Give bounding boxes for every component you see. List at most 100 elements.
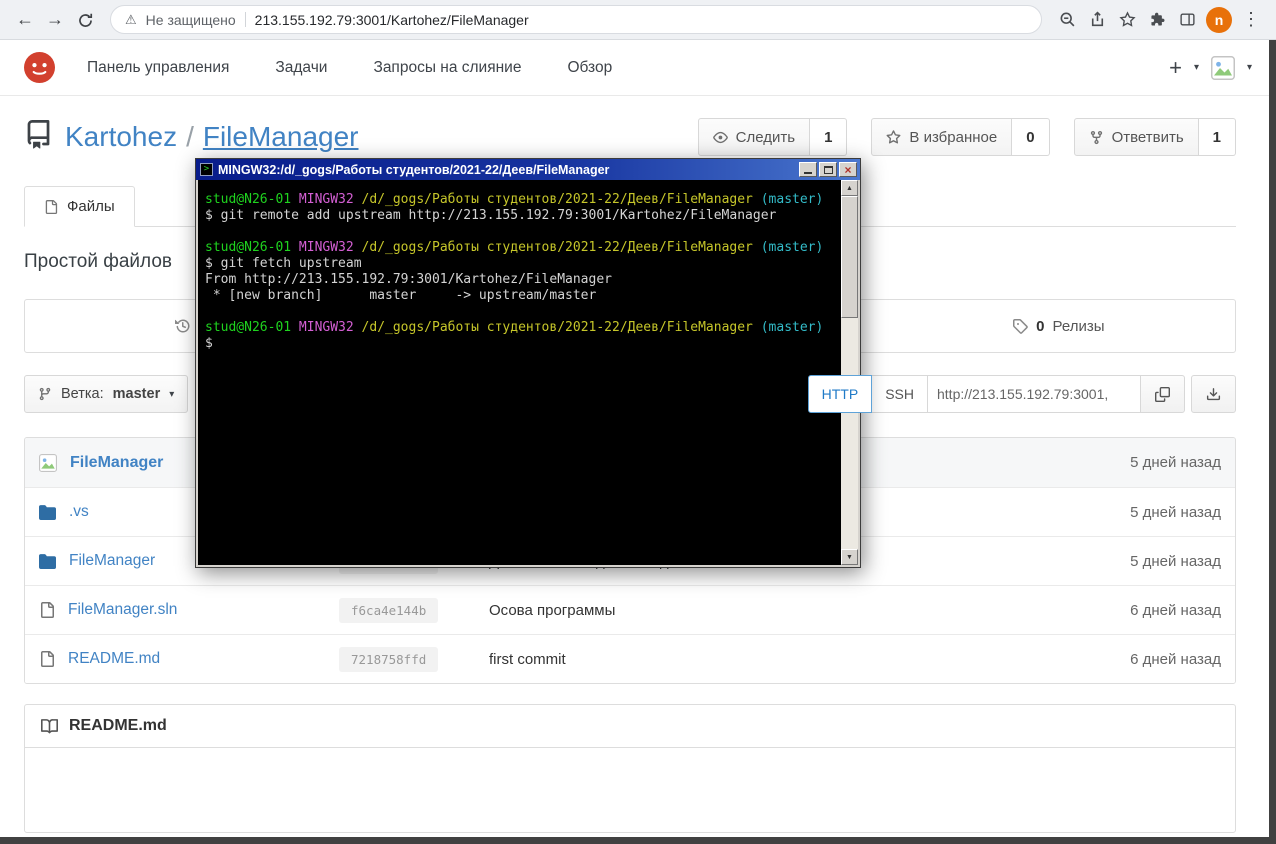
browser-toolbar: ← → ⚠ Не защищено 213.155.192.79:3001/Ka… <box>0 0 1276 40</box>
scroll-down-icon[interactable]: ▼ <box>841 549 858 565</box>
commit-message: Осова программы <box>489 601 616 619</box>
terminal-line: $ git remote add upstream http://213.155… <box>205 208 777 223</box>
terminal-body[interactable]: stud@N26-01 MINGW32 /d/_gogs/Работы студ… <box>198 180 841 565</box>
create-new-button[interactable]: + <box>1169 56 1182 79</box>
file-age: 5 дней назад <box>1130 503 1221 521</box>
current-branch: master <box>112 386 161 402</box>
nav-item-2[interactable]: Задачи <box>275 59 327 77</box>
nav-item-4[interactable]: Обзор <box>567 59 612 77</box>
scrollbar-thumb[interactable] <box>841 196 858 318</box>
fork-group: Ответвить 1 <box>1073 118 1236 156</box>
repo-name-link[interactable]: FileManager <box>203 121 359 152</box>
nav-item-1[interactable]: Панель управления <box>87 59 229 77</box>
eye-icon <box>712 131 728 143</box>
terminal-line: From http://213.155.192.79:3001/Kartohez… <box>205 272 612 287</box>
copy-url-button[interactable] <box>1140 375 1185 413</box>
fork-button[interactable]: Ответвить <box>1073 118 1199 156</box>
gogs-logo[interactable] <box>24 52 55 83</box>
repo-header: Kartohez / FileManager Следить 1 В избранн… <box>24 118 1236 156</box>
repo-separator: / <box>186 121 194 152</box>
branch-selector[interactable]: Ветка: master ▾ <box>24 375 189 413</box>
terminal-line: $ <box>205 336 213 351</box>
file-link[interactable]: .vs <box>69 503 89 521</box>
commit-message: first commit <box>489 650 566 668</box>
releases-label: Релизы <box>1052 317 1105 335</box>
restore-button[interactable] <box>819 162 837 177</box>
commit-hash[interactable]: f6ca4e144b <box>339 597 439 623</box>
commit-hash[interactable]: 7218758ffd <box>339 646 439 672</box>
terminal-line: * [new branch] master -> upstream/master <box>205 288 597 303</box>
terminal-scrollbar[interactable]: ▲ ▼ <box>841 180 858 565</box>
gogs-navbar: Панель управления Задачи Запросы на слияни… <box>0 40 1276 96</box>
branch-caret-icon: ▾ <box>169 388 175 400</box>
http-protocol-button[interactable]: HTTP <box>807 375 873 413</box>
file-age: 6 дней назад <box>1130 650 1221 668</box>
file-age: 5 дней назад <box>1130 552 1221 570</box>
file-link[interactable]: FileManager.sln <box>68 601 177 619</box>
terminal-line: stud@N26-01 MINGW32 /d/_gogs/Работы студ… <box>205 192 824 207</box>
nav-item-3[interactable]: Запросы на слияние <box>373 59 521 77</box>
tab-files[interactable]: Файлы <box>24 186 135 227</box>
window-edge-right <box>1269 40 1276 844</box>
star-group: В избранное 0 <box>871 118 1050 156</box>
table-row: FileManager.sln f6ca4e144b Осова программы… <box>25 585 1235 634</box>
readme-header: README.md <box>25 705 1235 748</box>
side-panel-icon[interactable] <box>1172 11 1202 29</box>
terminal-frame: stud@N26-01 MINGW32 /d/_gogs/Работы студ… <box>196 180 860 567</box>
not-secure-icon: ⚠ <box>125 11 137 27</box>
repo-owner-link[interactable]: Kartohez <box>65 121 177 152</box>
watch-count[interactable]: 1 <box>810 118 848 156</box>
reload-icon[interactable] <box>70 9 100 30</box>
close-button[interactable]: × <box>839 162 857 177</box>
folder-icon <box>39 553 56 570</box>
download-button[interactable] <box>1191 375 1236 413</box>
create-new-caret-icon[interactable]: ▾ <box>1194 62 1199 73</box>
star-count[interactable]: 0 <box>1012 118 1050 156</box>
terminal-titlebar[interactable]: > MINGW32:/d/_gogs/Работы студентов/2021… <box>196 159 860 180</box>
fork-count[interactable]: 1 <box>1198 118 1236 156</box>
page: ← → ⚠ Не защищено 213.155.192.79:3001/Ka… <box>0 0 1276 844</box>
nav-menu: Панель управления Задачи Запросы на слияни… <box>87 59 658 77</box>
profile-avatar[interactable]: n <box>1206 6 1232 33</box>
share-icon[interactable] <box>1082 11 1112 29</box>
readme-body <box>25 748 1235 832</box>
bookmark-star-icon[interactable] <box>1112 11 1142 29</box>
star-button[interactable]: В избранное <box>871 118 1013 156</box>
git-branch-icon <box>39 387 51 401</box>
terminal-icon: > <box>200 163 213 176</box>
zoom-icon[interactable] <box>1052 11 1082 29</box>
minimize-button[interactable] <box>799 162 817 177</box>
star-icon <box>886 129 901 144</box>
back-icon[interactable]: ← <box>10 9 40 30</box>
address-bar[interactable]: ⚠ Не защищено 213.155.192.79:3001/Kartoh… <box>110 5 1042 34</box>
browser-menu-kebab-icon[interactable]: ⋮ <box>1236 9 1266 30</box>
fork-icon <box>1090 130 1102 144</box>
readme-panel: README.md <box>24 704 1236 833</box>
book-icon <box>41 718 58 733</box>
user-avatar[interactable] <box>1210 55 1235 80</box>
terminal-line: $ git fetch upstream <box>205 256 362 271</box>
stat-releases[interactable]: 0 Релизы <box>882 300 1235 352</box>
nav-right: + ▾ ▾ <box>1169 55 1252 80</box>
file-link[interactable]: FileManager <box>70 454 163 472</box>
url-text: 213.155.192.79:3001/Kartohez/FileManager <box>254 11 529 28</box>
watch-button[interactable]: Следить <box>697 118 811 156</box>
repo-action-buttons: Следить 1 В избранное 0 Ответвить 1 <box>697 118 1236 156</box>
tag-icon <box>1013 319 1028 334</box>
clone-url-input[interactable] <box>927 375 1141 413</box>
divider <box>244 12 246 27</box>
avatar-icon <box>39 453 57 472</box>
extensions-icon[interactable] <box>1142 11 1172 29</box>
terminal-title: MINGW32:/d/_gogs/Работы студентов/2021-2… <box>218 162 610 177</box>
copy-icon <box>1155 386 1170 402</box>
terminal-window[interactable]: > MINGW32:/d/_gogs/Работы студентов/2021… <box>195 158 861 568</box>
file-link[interactable]: FileManager <box>69 552 155 570</box>
forward-icon[interactable]: → <box>40 9 70 30</box>
file-icon <box>39 602 55 618</box>
scroll-up-icon[interactable]: ▲ <box>841 180 858 196</box>
file-link[interactable]: README.md <box>68 650 160 668</box>
terminal-line: stud@N26-01 MINGW32 /d/_gogs/Работы студ… <box>205 320 824 335</box>
ssh-protocol-button[interactable]: SSH <box>871 375 928 413</box>
user-menu-caret-icon[interactable]: ▾ <box>1247 62 1252 73</box>
